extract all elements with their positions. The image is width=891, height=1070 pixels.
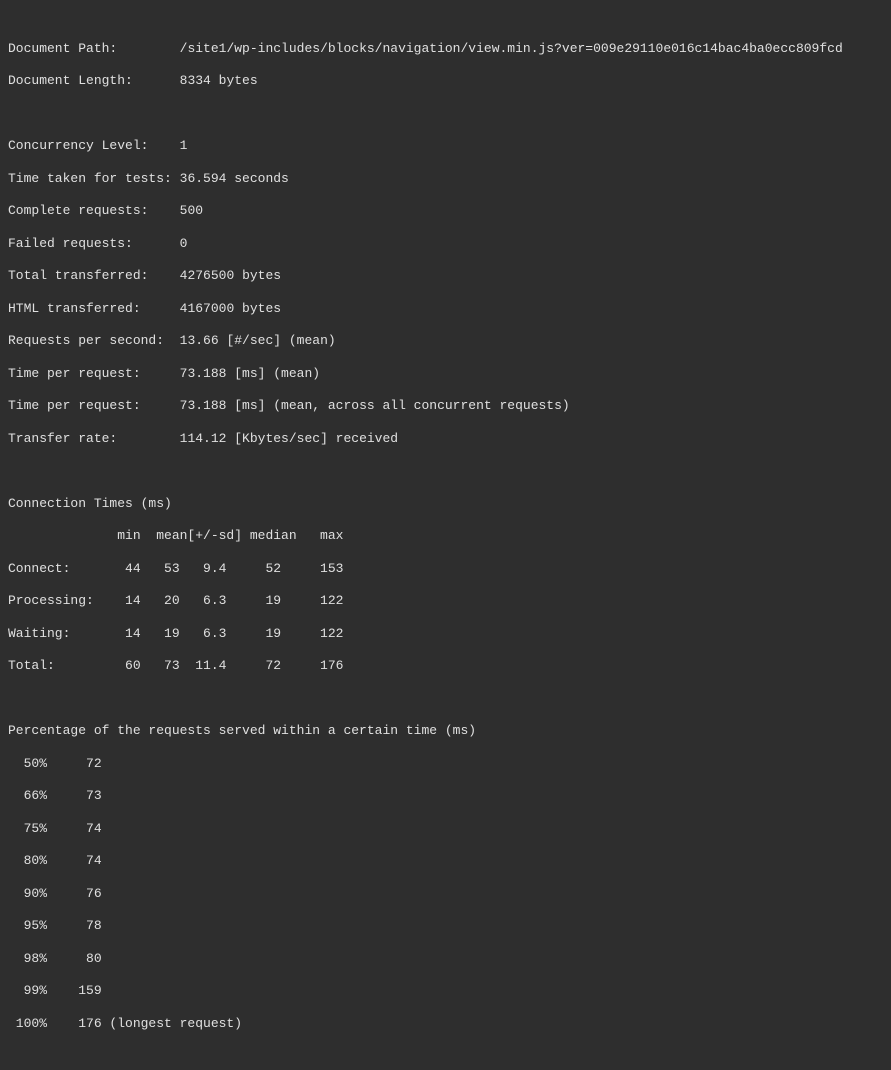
html-transferred-line: HTML transferred: 4167000 bytes: [8, 301, 883, 317]
time-per-request-2-value: 73.188 [ms] (mean, across all concurrent…: [180, 398, 570, 413]
connection-times-processing: Processing: 14 20 6.3 19 122: [8, 593, 883, 609]
total-transferred-value: 4276500 bytes: [180, 268, 281, 283]
blank-line: [8, 463, 883, 479]
connection-times-columns: min mean[+/-sd] median max: [8, 528, 883, 544]
pad: [141, 398, 180, 413]
pad: [148, 203, 179, 218]
pad: [133, 236, 180, 251]
time-per-request-1-value: 73.188 [ms] (mean): [180, 366, 320, 381]
percentile-98: 98% 80: [8, 951, 883, 967]
time-taken-label: Time taken for tests:: [8, 171, 172, 186]
time-per-request-2-line: Time per request: 73.188 [ms] (mean, acr…: [8, 398, 883, 414]
html-transferred-value: 4167000 bytes: [180, 301, 281, 316]
pad: [148, 138, 179, 153]
time-per-request-2-label: Time per request:: [8, 398, 141, 413]
blank-line: [8, 106, 883, 122]
document-path-value: /site1/wp-includes/blocks/navigation/vie…: [180, 41, 843, 56]
percentile-100: 100% 176 (longest request): [8, 1016, 883, 1032]
complete-requests-value: 500: [180, 203, 203, 218]
pad: [148, 268, 179, 283]
percentile-50: 50% 72: [8, 756, 883, 772]
percentile-99: 99% 159: [8, 983, 883, 999]
concurrency-line: Concurrency Level: 1: [8, 138, 883, 154]
concurrency-value: 1: [180, 138, 188, 153]
transfer-rate-line: Transfer rate: 114.12 [Kbytes/sec] recei…: [8, 431, 883, 447]
time-taken-line: Time taken for tests: 36.594 seconds: [8, 171, 883, 187]
failed-requests-label: Failed requests:: [8, 236, 133, 251]
pad: [133, 73, 180, 88]
pad: [164, 333, 180, 348]
html-transferred-label: HTML transferred:: [8, 301, 141, 316]
connection-times-header: Connection Times (ms): [8, 496, 883, 512]
transfer-rate-label: Transfer rate:: [8, 431, 117, 446]
pad: [117, 431, 179, 446]
pad: [172, 171, 180, 186]
requests-per-second-line: Requests per second: 13.66 [#/sec] (mean…: [8, 333, 883, 349]
blank-line: [8, 691, 883, 707]
complete-requests-label: Complete requests:: [8, 203, 148, 218]
document-path-label: Document Path:: [8, 41, 117, 56]
percentile-66: 66% 73: [8, 788, 883, 804]
time-per-request-1-line: Time per request: 73.188 [ms] (mean): [8, 366, 883, 382]
total-transferred-label: Total transferred:: [8, 268, 148, 283]
percentile-75: 75% 74: [8, 821, 883, 837]
total-transferred-line: Total transferred: 4276500 bytes: [8, 268, 883, 284]
document-length-line: Document Length: 8334 bytes: [8, 73, 883, 89]
requests-per-second-value: 13.66 [#/sec] (mean): [180, 333, 336, 348]
pad: [141, 366, 180, 381]
complete-requests-line: Complete requests: 500: [8, 203, 883, 219]
connection-times-waiting: Waiting: 14 19 6.3 19 122: [8, 626, 883, 642]
percentiles-header: Percentage of the requests served within…: [8, 723, 883, 739]
failed-requests-value: 0: [180, 236, 188, 251]
time-taken-value: 36.594 seconds: [180, 171, 289, 186]
document-path-line: Document Path: /site1/wp-includes/blocks…: [8, 41, 883, 57]
pad: [141, 301, 180, 316]
connection-times-total: Total: 60 73 11.4 72 176: [8, 658, 883, 674]
document-length-label: Document Length:: [8, 73, 133, 88]
percentile-90: 90% 76: [8, 886, 883, 902]
document-length-value: 8334 bytes: [180, 73, 258, 88]
percentile-80: 80% 74: [8, 853, 883, 869]
failed-requests-line: Failed requests: 0: [8, 236, 883, 252]
time-per-request-1-label: Time per request:: [8, 366, 141, 381]
pad: [117, 41, 179, 56]
transfer-rate-value: 114.12 [Kbytes/sec] received: [180, 431, 398, 446]
connection-times-connect: Connect: 44 53 9.4 52 153: [8, 561, 883, 577]
percentile-95: 95% 78: [8, 918, 883, 934]
concurrency-label: Concurrency Level:: [8, 138, 148, 153]
requests-per-second-label: Requests per second:: [8, 333, 164, 348]
